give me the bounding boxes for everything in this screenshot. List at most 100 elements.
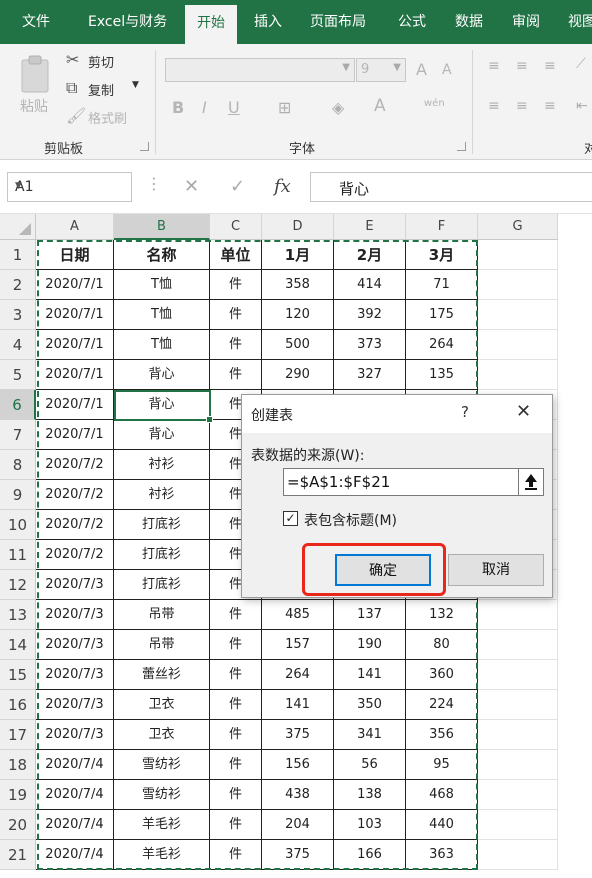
table-cell[interactable]: 件 — [210, 630, 262, 660]
table-cell[interactable]: 356 — [406, 720, 478, 750]
table-cell[interactable]: 103 — [334, 810, 406, 840]
tab-view[interactable]: 视图 — [568, 0, 592, 44]
table-header-cell[interactable]: 2月 — [334, 240, 406, 270]
table-cell[interactable]: 360 — [406, 660, 478, 690]
table-cell[interactable]: 358 — [262, 270, 334, 300]
format-painter-button[interactable]: 🖌 格式刷 — [66, 106, 148, 128]
row-header[interactable]: 14 — [0, 630, 36, 660]
table-cell[interactable]: T恤 — [114, 330, 210, 360]
table-cell[interactable]: 件 — [210, 750, 262, 780]
table-cell[interactable]: 166 — [334, 840, 406, 870]
table-cell[interactable]: 件 — [210, 720, 262, 750]
table-cell[interactable]: 背心 — [114, 360, 210, 390]
table-cell[interactable]: 190 — [334, 630, 406, 660]
table-cell[interactable]: 157 — [262, 630, 334, 660]
tab-formulas[interactable]: 公式 — [398, 0, 426, 44]
table-cell[interactable] — [478, 750, 558, 780]
row-header[interactable]: 21 — [0, 840, 36, 870]
table-cell[interactable]: 56 — [334, 750, 406, 780]
close-icon[interactable]: ✕ — [516, 401, 531, 422]
table-cell[interactable]: 件 — [210, 600, 262, 630]
column-header-d[interactable]: D — [262, 214, 334, 240]
table-cell[interactable]: 2020/7/4 — [36, 780, 114, 810]
table-cell[interactable]: 2020/7/3 — [36, 690, 114, 720]
paste-button[interactable]: 粘贴 — [14, 52, 58, 128]
borders-icon[interactable]: ⊞ — [278, 98, 291, 117]
orientation-icon[interactable]: ⟋ — [576, 56, 586, 72]
indent-icon[interactable]: ⇤ — [576, 98, 588, 114]
table-cell[interactable]: 2020/7/3 — [36, 600, 114, 630]
table-cell[interactable]: 2020/7/1 — [36, 330, 114, 360]
table-cell[interactable]: 204 — [262, 810, 334, 840]
help-icon[interactable]: ? — [461, 403, 469, 421]
table-cell[interactable]: T恤 — [114, 300, 210, 330]
font-name-select[interactable]: ▼ — [165, 58, 355, 82]
tab-file[interactable]: 文件 — [22, 0, 50, 44]
tab-home[interactable]: 开始 — [185, 5, 237, 44]
column-header-f[interactable]: F — [406, 214, 478, 240]
table-cell[interactable]: 375 — [262, 840, 334, 870]
table-cell[interactable]: 290 — [262, 360, 334, 390]
table-cell[interactable]: 雪纺衫 — [114, 780, 210, 810]
font-size-select[interactable]: 9 ▼ — [356, 58, 406, 82]
table-cell[interactable]: 2020/7/3 — [36, 630, 114, 660]
table-cell[interactable]: 吊带 — [114, 600, 210, 630]
table-cell[interactable] — [478, 840, 558, 870]
table-cell[interactable]: 2020/7/1 — [36, 360, 114, 390]
font-color-button[interactable]: A — [374, 96, 386, 116]
table-cell[interactable]: 2020/7/3 — [36, 720, 114, 750]
table-cell[interactable] — [478, 300, 558, 330]
table-cell[interactable]: 打底衫 — [114, 570, 210, 600]
tab-page-layout[interactable]: 页面布局 — [310, 0, 366, 44]
has-headers-checkbox[interactable]: ✓ — [283, 511, 298, 526]
column-header-c[interactable]: C — [210, 214, 262, 240]
table-cell[interactable]: 485 — [262, 600, 334, 630]
row-header[interactable]: 6 — [0, 390, 36, 420]
column-header-e[interactable]: E — [334, 214, 406, 240]
table-cell[interactable]: 件 — [210, 690, 262, 720]
table-cell[interactable]: 392 — [334, 300, 406, 330]
table-cell[interactable]: 350 — [334, 690, 406, 720]
insert-function-icon[interactable]: fx — [274, 176, 291, 197]
tab-data[interactable]: 数据 — [455, 0, 483, 44]
fill-color-icon[interactable]: ◈ — [332, 98, 344, 117]
tab-insert[interactable]: 插入 — [254, 0, 282, 44]
table-cell[interactable]: 2020/7/4 — [36, 840, 114, 870]
table-cell[interactable] — [478, 360, 558, 390]
table-cell[interactable] — [478, 780, 558, 810]
table-cell[interactable]: 141 — [334, 660, 406, 690]
table-cell[interactable]: 438 — [262, 780, 334, 810]
table-cell[interactable]: 224 — [406, 690, 478, 720]
table-cell[interactable] — [478, 600, 558, 630]
table-cell[interactable]: 件 — [210, 330, 262, 360]
table-cell[interactable] — [478, 660, 558, 690]
table-cell[interactable]: 327 — [334, 360, 406, 390]
align-center-icon[interactable]: ≡ — [516, 98, 528, 114]
table-cell[interactable]: 2020/7/3 — [36, 570, 114, 600]
table-cell[interactable] — [478, 270, 558, 300]
column-header-b[interactable]: B — [114, 214, 210, 240]
column-header-a[interactable]: A — [36, 214, 114, 240]
name-box[interactable]: A1 ▼ — [7, 172, 132, 202]
table-cell[interactable]: 2020/7/3 — [36, 660, 114, 690]
select-all-button[interactable] — [0, 214, 36, 240]
table-cell[interactable]: 羊毛衫 — [114, 840, 210, 870]
table-header-cell[interactable]: 名称 — [114, 240, 210, 270]
align-top-icon[interactable]: ≡ — [488, 58, 500, 74]
tab-excel-finance[interactable]: Excel与财务 — [88, 0, 167, 44]
tab-review[interactable]: 审阅 — [512, 0, 540, 44]
row-header[interactable]: 10 — [0, 510, 36, 540]
table-cell[interactable]: 414 — [334, 270, 406, 300]
row-header[interactable]: 18 — [0, 750, 36, 780]
table-cell[interactable]: 2020/7/2 — [36, 510, 114, 540]
copy-button[interactable]: ⧉ 复制 ▼ — [66, 78, 148, 100]
row-header[interactable]: 11 — [0, 540, 36, 570]
row-header[interactable]: 4 — [0, 330, 36, 360]
table-cell[interactable]: 120 — [262, 300, 334, 330]
italic-button[interactable]: I — [202, 98, 207, 117]
table-cell[interactable]: 背心 — [114, 390, 210, 420]
table-cell[interactable]: 2020/7/2 — [36, 450, 114, 480]
table-cell[interactable] — [478, 630, 558, 660]
table-header-cell[interactable]: 单位 — [210, 240, 262, 270]
table-cell[interactable]: 141 — [262, 690, 334, 720]
